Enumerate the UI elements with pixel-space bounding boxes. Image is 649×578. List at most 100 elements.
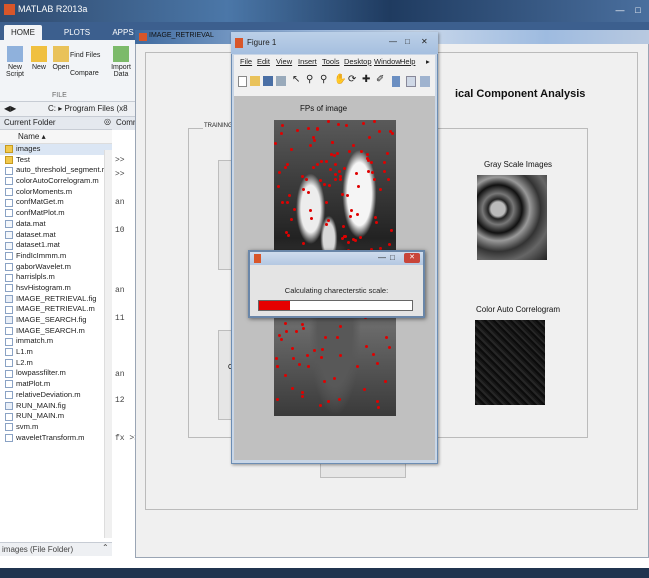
new-script-button[interactable]: New Script [4,46,26,78]
colorbar-icon[interactable] [392,76,400,87]
file-list-item[interactable]: FindIcImmm.m [0,251,112,262]
menu-window[interactable]: Window [374,57,401,66]
file-list-item[interactable]: images [0,144,112,155]
feature-point [339,324,343,328]
background-button[interactable] [320,462,406,478]
brush-icon[interactable]: ✐ [376,74,384,85]
open-button[interactable]: Open [52,46,70,71]
file-list-item[interactable]: RUN_MAIN.m [0,411,112,422]
file-list-item[interactable]: waveletTransform.m [0,433,112,444]
file-list-item[interactable]: hsvHistogram.m [0,283,112,294]
file-list-item[interactable]: IMAGE_SEARCH.m [0,326,112,337]
file-list-item[interactable]: relativeDeviation.m [0,390,112,401]
zoom-in-icon[interactable]: ⚲ [306,74,313,85]
file-list-item[interactable]: svm.m [0,422,112,433]
feature-point [338,398,342,402]
legend-icon[interactable] [406,76,416,87]
current-path[interactable]: C: ▸ Program Files (x8 [48,104,128,113]
menu-help[interactable]: Help [400,57,415,66]
feature-point [295,128,299,132]
progress-message: Calculating charecterstic scale: [284,286,389,295]
command-line: 11 [115,314,125,323]
dialog-close-icon[interactable]: ✕ [404,253,420,263]
file-list-item[interactable]: RUN_MAIN.fig [0,401,112,412]
data-cursor-icon[interactable]: ✚ [362,74,370,85]
back-icon[interactable]: ◀▶ [4,104,16,113]
file-name: IMAGE_RETRIEVAL.fig [16,293,97,303]
print-icon[interactable] [276,76,286,86]
menu-file[interactable]: File [240,57,252,66]
file-list-item[interactable]: harrislpls.m [0,272,112,283]
file-list-scrollbar[interactable] [104,150,112,538]
tab-plots[interactable]: PLOTS [60,25,94,40]
m-file-icon [5,348,13,357]
file-list-item[interactable]: auto_threshold_segment.m [0,165,112,176]
file-list-item[interactable]: colorAutoCorrelogram.m [0,176,112,187]
collapse-icon[interactable]: ⌃ [102,543,109,552]
open-file-icon[interactable] [250,76,260,86]
menu-insert[interactable]: Insert [298,57,317,66]
file-list-item[interactable]: matPlot.m [0,379,112,390]
compare-button[interactable]: Compare [70,70,110,77]
tab-apps[interactable]: APPS [112,25,134,40]
zoom-out-icon[interactable]: ⚲ [320,74,327,85]
pan-icon[interactable]: ✋ [334,74,346,85]
file-list-item[interactable]: L2.m [0,358,112,369]
feature-point [327,399,331,403]
file-list-item[interactable]: immatch.m [0,336,112,347]
feature-point [316,162,320,166]
file-list-item[interactable]: confMatPlot.m [0,208,112,219]
feature-point [337,122,341,126]
menu-tools[interactable]: Tools [322,57,340,66]
file-list-item[interactable]: IMAGE_RETRIEVAL.m [0,304,112,315]
maximize-icon[interactable]: □ [629,3,647,17]
panel-actions-icon[interactable]: ◎ [104,117,111,126]
pointer-icon[interactable]: ↖ [292,74,300,85]
menu-view[interactable]: View [276,57,292,66]
feature-point [366,153,370,157]
menu-desktop[interactable]: Desktop [344,57,372,66]
feature-point [284,330,288,334]
tab-home[interactable]: HOME [4,25,42,40]
file-list-item[interactable]: confMatGet.m [0,197,112,208]
file-name: RUN_MAIN.m [16,411,65,421]
feature-point [339,354,343,358]
dialog-minimize-icon[interactable]: — [378,253,386,262]
name-column-header[interactable]: Name ▴ [0,130,112,144]
minimize-icon[interactable]: — [611,3,629,17]
figure1-minimize-icon[interactable]: — [389,37,397,46]
file-list-item[interactable]: dataset.mat [0,230,112,241]
feature-point [377,130,381,134]
path-bar[interactable]: ◀▶ C: ▸ Program Files (x8 [0,102,135,117]
figure1-close-icon[interactable]: ✕ [421,37,428,46]
save-icon[interactable] [263,76,273,86]
file-list-item[interactable]: Test [0,155,112,166]
file-list-item[interactable]: lowpassfilter.m [0,368,112,379]
rotate-icon[interactable]: ⟳ [348,74,356,85]
axes-title: FPs of image [300,104,348,113]
figure1-maximize-icon[interactable]: □ [405,37,410,46]
matlab-titlebar: MATLAB R2013a — □ [0,0,649,22]
hide-plot-tools-icon[interactable] [420,76,430,87]
folder-icon [5,145,13,154]
new-figure-icon[interactable] [238,76,247,87]
feature-point [341,224,345,228]
file-list-item[interactable]: dataset1.mat [0,240,112,251]
file-name: colorMoments.m [16,186,73,196]
feature-point [289,147,293,151]
file-list-item[interactable]: IMAGE_RETRIEVAL.fig [0,294,112,305]
file-list-item[interactable]: IMAGE_SEARCH.fig [0,315,112,326]
dialog-maximize-icon[interactable]: □ [390,253,395,262]
menu-overflow-icon[interactable]: ▸ [426,57,430,66]
feature-point [335,151,339,155]
new-button[interactable]: New [30,46,48,71]
file-list-item[interactable]: colorMoments.m [0,187,112,198]
feature-point [283,374,287,378]
menu-edit[interactable]: Edit [257,57,270,66]
file-list-item[interactable]: data.mat [0,219,112,230]
import-data-button[interactable]: Import Data [110,46,132,78]
find-files-button[interactable]: Find Files [70,52,110,59]
mat-file-icon [5,220,13,229]
file-list-item[interactable]: gaborWavelet.m [0,262,112,273]
file-list-item[interactable]: L1.m [0,347,112,358]
